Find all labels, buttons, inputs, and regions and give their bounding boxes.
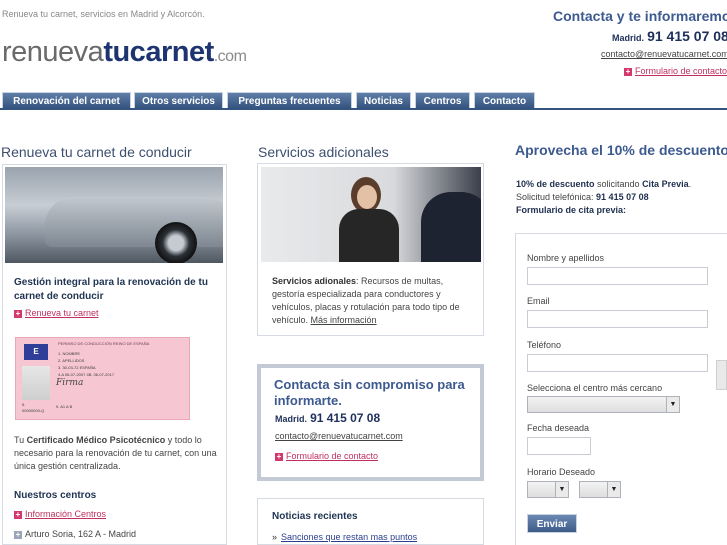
date-label: Fecha deseada — [527, 423, 590, 433]
col3-title: Aprovecha el 10% de descuento — [515, 142, 727, 158]
license-line: 2. APELLIDOS — [58, 358, 85, 363]
name-input[interactable] — [527, 267, 708, 285]
header-contact-title: Contacta y te informaremos — [553, 8, 727, 24]
license-header: PERMISO DE CONDUCCIÓN REINO DE ESPAÑA — [58, 341, 150, 346]
email-label: Email — [527, 296, 550, 306]
nav-noticias[interactable]: Noticias — [356, 92, 411, 109]
centers-info-link-label[interactable]: Información Centros — [25, 509, 106, 519]
desc-bold: Cita Previa — [642, 179, 689, 189]
contact-box-email-link[interactable]: contacto@renuevatucarnet.com — [275, 431, 403, 441]
col1-renueva-link-label[interactable]: Renueva tu carnet — [25, 308, 99, 318]
woman-torso — [339, 209, 399, 262]
contact-box-phone: Madrid. 91 415 07 08 — [275, 411, 380, 425]
news-item[interactable]: » Sanciones que restan mas puntos — [272, 532, 417, 542]
logo-part-renueva: renueva — [2, 36, 104, 68]
plus-icon: + — [14, 509, 22, 519]
col1-renueva-link[interactable]: + Renueva tu carnet — [14, 308, 99, 318]
hour-select[interactable]: ▼ — [527, 481, 569, 498]
main-nav: Renovación del carnet Otros servicios Pr… — [0, 90, 727, 110]
col1-text-bold: Certificado Médico Psicotécnico — [26, 435, 166, 445]
contact-box-title: Contacta sin compromiso para informarte. — [274, 377, 465, 408]
license-photo — [22, 366, 50, 400]
time-label: Horario Deseado — [527, 467, 596, 477]
license-line: 3. 30-03-72 ESPAÑA — [58, 365, 96, 370]
col2-more-link[interactable]: Más información — [311, 315, 377, 325]
submit-button[interactable]: Enviar — [527, 514, 577, 533]
col3-description: 10% de descuento solicitando Cita Previa… — [516, 178, 721, 217]
nav-centros[interactable]: Centros — [415, 92, 470, 109]
nav-renovacion[interactable]: Renovación del carnet — [2, 92, 131, 109]
license-line: 1. NOMBRE — [58, 351, 81, 356]
news-title: Noticias recientes — [272, 511, 358, 522]
car-image — [5, 167, 223, 263]
desc-bold: 10% de descuento — [516, 179, 595, 189]
eu-flag-icon: E — [24, 344, 48, 360]
col2-text: Servicios adionales: Recursos de multas,… — [272, 275, 472, 327]
col1-title: Renueva tu carnet de conducir — [1, 144, 192, 160]
dropdown-arrow-icon: ▼ — [666, 397, 679, 412]
header-form-link-label[interactable]: Formulario de contacto — [635, 66, 727, 76]
contact-box-city: Madrid. — [275, 414, 308, 424]
nav-divider — [0, 108, 727, 110]
logo-part-tucarnet: tucarnet — [103, 36, 214, 68]
centers-title: Nuestros centros — [14, 490, 97, 501]
centers-info-link[interactable]: + Información Centros — [14, 509, 106, 519]
header-phone: Madrid. 91 415 07 08 — [612, 28, 727, 44]
license-bottom: 5. — [22, 402, 26, 407]
license-signature: Firma — [56, 378, 84, 388]
license-bottom: 9. A1 A B — [56, 404, 73, 409]
email-input[interactable] — [527, 310, 708, 328]
license-line: 4.A 06-07-2007 4B. 06-07-2017 — [58, 372, 115, 377]
contact-box-form-link[interactable]: + Formulario de contacto — [275, 451, 378, 461]
minute-select[interactable]: ▼ — [579, 481, 621, 498]
center-address-text: Arturo Soria, 162 A - Madrid — [25, 529, 137, 539]
center-select[interactable]: ▼ — [527, 396, 680, 413]
nav-preguntas[interactable]: Preguntas frecuentes — [227, 92, 352, 109]
header-phone-city: Madrid. — [612, 33, 645, 43]
header-phone-number: 91 415 07 08 — [647, 28, 727, 44]
scrollbar-handle[interactable] — [716, 360, 727, 390]
center-label: Selecciona el centro más cercano — [527, 383, 663, 393]
dropdown-arrow-icon: ▼ — [607, 482, 620, 497]
contact-box-form-label[interactable]: Formulario de contacto — [286, 451, 378, 461]
col2-text-bold: Servicios adionales — [272, 276, 357, 286]
plus-icon: + — [275, 451, 283, 461]
woman-face — [357, 185, 377, 209]
col1-text-pre: Tu — [14, 435, 27, 445]
license-card-image: E PERMISO DE CONDUCCIÓN REINO DE ESPAÑA … — [15, 337, 190, 420]
center-address: + Arturo Soria, 162 A - Madrid — [14, 529, 136, 539]
contact-box-number: 91 415 07 08 — [310, 411, 381, 425]
site-logo[interactable]: renuevatucarnet.com — [2, 36, 247, 69]
dropdown-arrow-icon: ▼ — [555, 482, 568, 497]
col1-heading: Gestión integral para la renovación de t… — [14, 277, 208, 302]
nav-contacto[interactable]: Contacto — [474, 92, 535, 109]
car-wheel — [155, 222, 197, 263]
col2-title: Servicios adicionales — [258, 144, 389, 160]
bullet-icon: + — [14, 529, 22, 539]
plus-icon: + — [14, 308, 22, 318]
site-tagline: Renueva tu carnet, servicios en Madrid y… — [2, 9, 205, 19]
col1-text: Tu Certificado Médico Psicotécnico y tod… — [14, 434, 222, 473]
desc-form-label: Formulario de cita previa: — [516, 205, 627, 215]
name-label: Nombre y apellidos — [527, 253, 605, 263]
desc-text: solicitando — [594, 179, 643, 189]
license-bottom: 00000000-Q — [22, 408, 45, 413]
plus-icon: + — [624, 66, 632, 76]
header-form-link[interactable]: + Formulario de contacto — [624, 66, 727, 76]
news-item-link[interactable]: Sanciones que restan mas puntos — [281, 532, 417, 542]
double-arrow-icon: » — [272, 532, 278, 542]
man-silhouette — [421, 192, 481, 262]
date-input[interactable] — [527, 437, 591, 455]
header-email-link[interactable]: contacto@renuevatucarnet.com — [601, 49, 727, 59]
nav-otros-servicios[interactable]: Otros servicios — [134, 92, 223, 109]
business-people-image — [261, 167, 481, 262]
logo-part-com: .com — [213, 48, 247, 65]
phone-label: Teléfono — [527, 340, 562, 350]
desc-phone: 91 415 07 08 — [596, 192, 649, 202]
phone-input[interactable] — [527, 354, 708, 372]
